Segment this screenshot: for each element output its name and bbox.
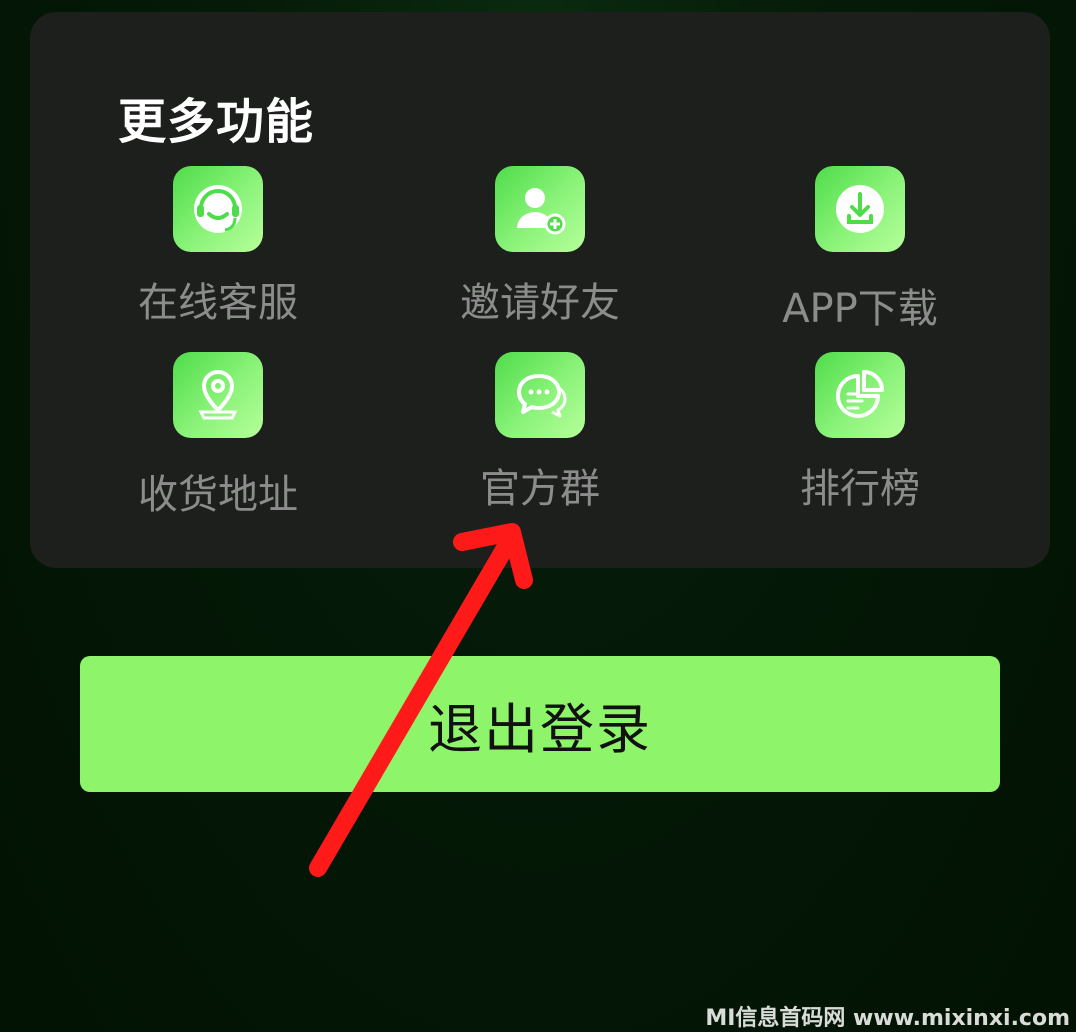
- grid-item-leaderboard[interactable]: 排行榜: [730, 352, 990, 522]
- more-functions-panel: 更多功能 在线客服 邀请好友 APP下载 收货地址 官方群 排行榜: [30, 12, 1050, 568]
- grid-item-label: 排行榜: [800, 466, 920, 512]
- grid-item-invite-friends[interactable]: 邀请好友: [410, 166, 670, 336]
- grid-item-label: 官方群: [480, 466, 600, 512]
- grid-item-app-download[interactable]: APP下载: [730, 166, 990, 336]
- grid-item-official-group[interactable]: 官方群: [410, 352, 670, 522]
- chat-bubbles-icon: [495, 352, 585, 438]
- grid-item-label: 在线客服: [138, 280, 298, 326]
- location-pin-icon: [173, 352, 263, 438]
- logout-button[interactable]: 退出登录: [80, 656, 1000, 792]
- download-icon: [815, 166, 905, 252]
- ranking-chart-icon: [815, 352, 905, 438]
- grid-item-online-service[interactable]: 在线客服: [88, 166, 348, 336]
- invite-friend-icon: [495, 166, 585, 252]
- watermark: MI信息首码网 www.mixinxi.com: [705, 1006, 1070, 1031]
- grid-item-shipping-address[interactable]: 收货地址: [88, 352, 348, 522]
- panel-title: 更多功能: [118, 94, 315, 150]
- grid-item-label: APP下载: [782, 286, 938, 332]
- grid-item-label: 收货地址: [138, 472, 298, 518]
- customer-service-icon: [173, 166, 263, 252]
- grid-item-label: 邀请好友: [460, 280, 620, 326]
